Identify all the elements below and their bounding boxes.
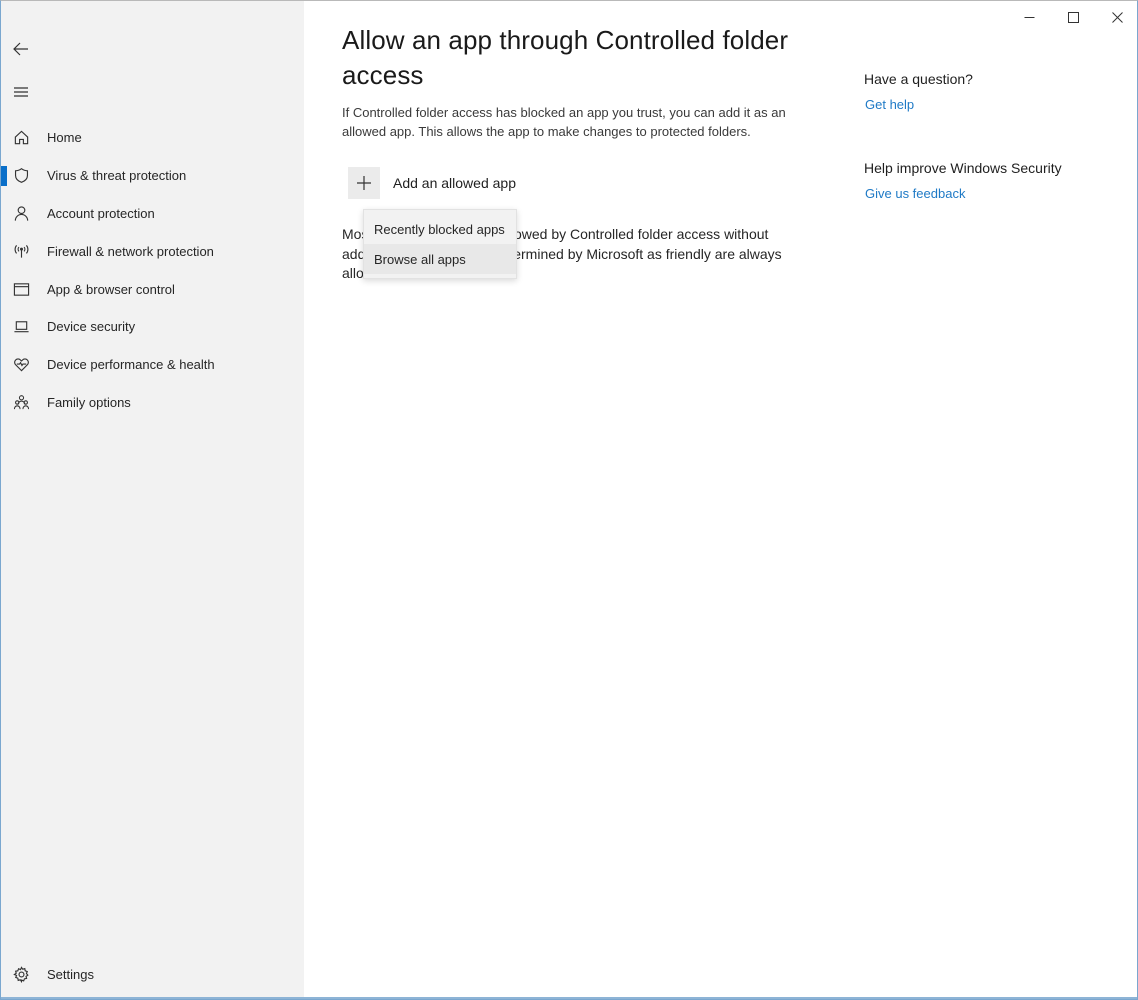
maximize-button[interactable] [1050,1,1096,33]
sidebar-item-firewall-network-protection[interactable]: Firewall & network protection [1,232,304,270]
add-allowed-app-label: Add an allowed app [393,175,516,191]
windows-security-window: Home Virus & threat protection Account p… [0,0,1138,1000]
page-description: If Controlled folder access has blocked … [342,105,786,139]
sidebar-item-device-performance-health[interactable]: Device performance & health [1,346,304,384]
nav-list: Home Virus & threat protection Account p… [1,119,304,421]
sidebar-item-family-options[interactable]: Family options [1,384,304,422]
add-allowed-app-button[interactable]: Add an allowed app [348,165,516,201]
gear-icon [12,965,30,983]
settings-label: Settings [47,966,94,982]
back-button[interactable] [7,35,35,63]
sidebar-item-settings[interactable]: Settings [1,956,304,992]
plus-icon [357,176,371,190]
plus-icon-box [348,167,380,199]
sidebar-item-label: Home [47,130,82,146]
close-icon [1111,11,1123,23]
sidebar-item-label: Virus & threat protection [47,168,187,184]
sidebar-item-account-protection[interactable]: Account protection [1,195,304,233]
maximize-icon [1067,11,1079,23]
sidebar-item-label: Firewall & network protection [47,243,214,259]
sidebar-item-label: Device performance & health [47,357,215,373]
browser-window-icon [12,280,30,298]
sidebar-item-label: Account protection [47,205,155,221]
shield-icon [12,167,30,185]
sidebar-item-device-security[interactable]: Device security [1,308,304,346]
sidebar-item-virus-threat-protection[interactable]: Virus & threat protection [1,157,304,195]
hamburger-menu-icon [14,87,28,97]
sidebar-item-label: Family options [47,394,131,410]
sidebar-item-home[interactable]: Home [1,119,304,157]
heart-icon [12,356,30,374]
sidebar-item-label: App & browser control [47,281,175,297]
back-arrow-icon [13,42,28,56]
person-icon [12,204,30,222]
minimize-button[interactable] [1006,1,1052,33]
hamburger-menu-button[interactable] [7,78,35,106]
wireless-antenna-icon [12,242,30,260]
add-app-dropdown-menu: Recently blocked apps Browse all apps [363,209,517,279]
get-help-link[interactable]: Get help [865,97,914,112]
laptop-icon [12,318,30,336]
page-title: Allow an app through Controlled folder a… [342,25,789,90]
give-feedback-link[interactable]: Give us feedback [865,186,965,201]
menu-item-recently-blocked-apps[interactable]: Recently blocked apps [364,214,516,244]
sidebar-item-label: Device security [47,319,136,335]
minimize-icon [1024,16,1034,18]
feedback-heading: Help improve Windows Security [864,160,1062,176]
home-icon [12,129,30,147]
close-button[interactable] [1094,1,1138,33]
menu-item-browse-all-apps[interactable]: Browse all apps [364,244,516,274]
sidebar-item-app-browser-control[interactable]: App & browser control [1,270,304,308]
family-icon [12,393,30,411]
sidebar: Home Virus & threat protection Account p… [1,1,304,999]
question-heading: Have a question? [864,71,973,87]
